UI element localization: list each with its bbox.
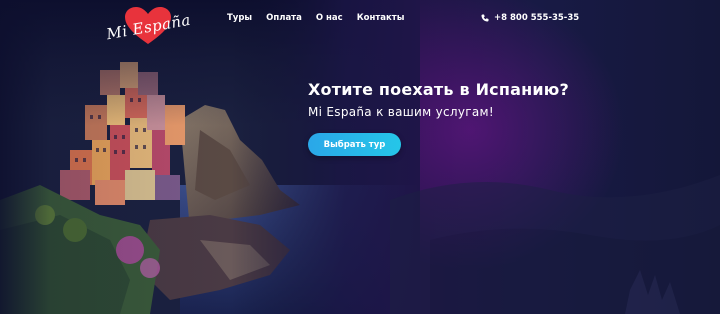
hero-title: Хотите поехать в Испанию?	[308, 80, 570, 99]
hero-background-image	[0, 0, 420, 314]
phone-icon	[481, 14, 489, 22]
phone-number: +8 800 555-35-35	[494, 13, 580, 23]
main-nav: Туры Оплата О нас Контакты	[227, 13, 404, 23]
phone-link[interactable]: +8 800 555-35-35	[481, 13, 579, 23]
choose-tour-button[interactable]: Выбрать тур	[308, 133, 401, 156]
logo[interactable]: Mi España	[104, 6, 192, 46]
nav-item-payment[interactable]: Оплата	[266, 13, 302, 23]
nav-item-contacts[interactable]: Контакты	[357, 13, 405, 23]
hero-subtitle: Mi España к вашим услугам!	[308, 105, 495, 119]
hero-section: Mi España Туры Оплата О нас Контакты +8 …	[0, 0, 720, 314]
background-rocks	[390, 0, 720, 314]
nav-item-tours[interactable]: Туры	[227, 13, 252, 23]
nav-item-about[interactable]: О нас	[316, 13, 343, 23]
